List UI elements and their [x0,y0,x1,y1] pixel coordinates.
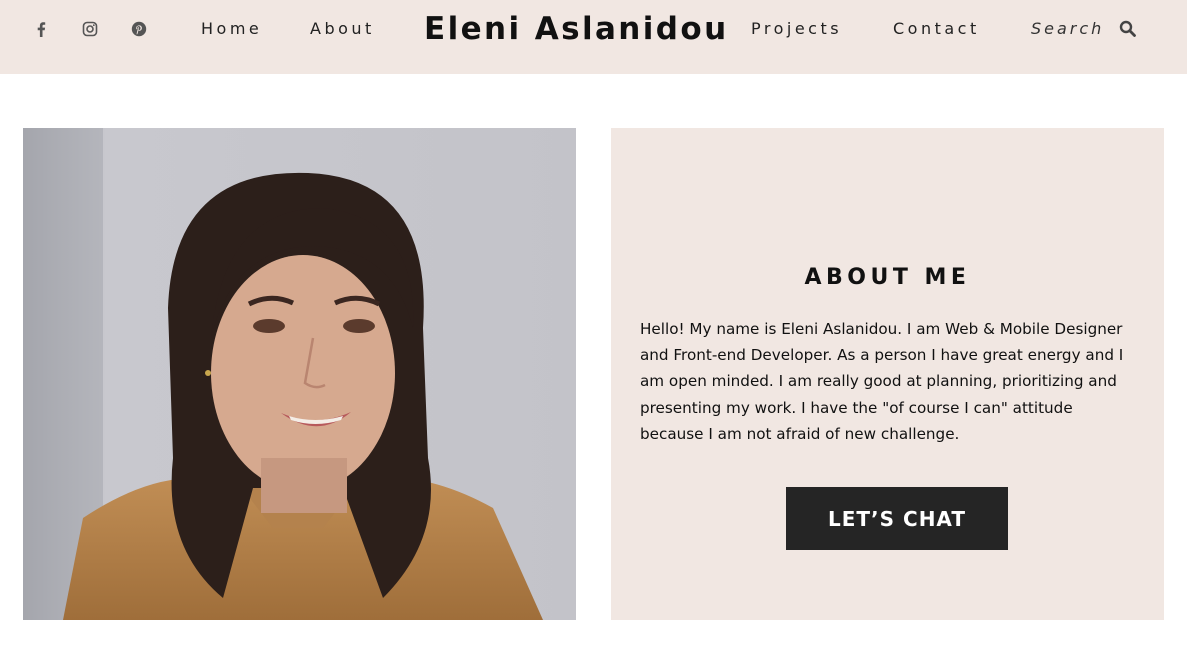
search-label[interactable]: Search [1031,19,1104,39]
facebook-icon[interactable] [31,19,51,39]
nav-projects-link[interactable]: Projects [751,19,842,39]
about-me-heading: ABOUT ME [804,265,971,290]
nav-home-link[interactable]: Home [201,19,262,39]
pinterest-icon[interactable] [129,19,149,39]
nav-contact-link[interactable]: Contact [893,19,980,39]
lets-chat-button[interactable]: LET’S CHAT [786,487,1008,550]
site-brand-title[interactable]: Eleni Aslanidou [424,10,726,48]
site-header: Home About Eleni Aslanidou Projects Cont… [0,0,1187,74]
about-me-panel: ABOUT ME Hello! My name is Eleni Aslanid… [611,128,1164,620]
search-icon[interactable] [1119,20,1137,38]
about-me-text: Hello! My name is Eleni Aslanidou. I am … [640,320,1124,443]
nav-about-link[interactable]: About [310,19,375,39]
profile-photo [23,128,576,620]
instagram-icon[interactable] [80,19,100,39]
